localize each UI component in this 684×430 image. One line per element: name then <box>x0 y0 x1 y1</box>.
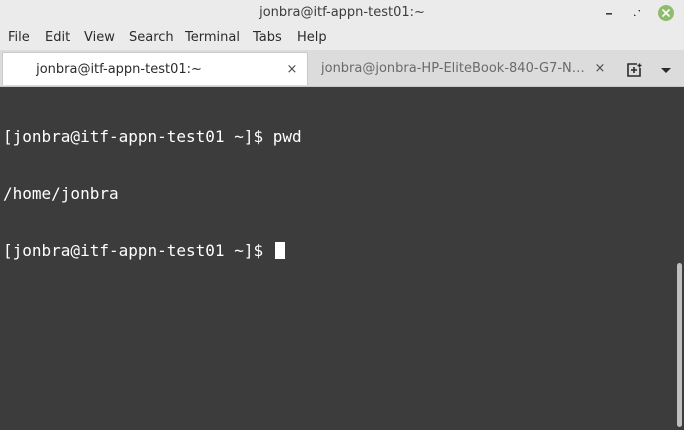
tab-label: jonbra@itf-appn-test01:~ <box>36 62 202 77</box>
minimize-icon <box>606 13 612 15</box>
terminal-prompt-line: [jonbra@itf-appn-test01 ~]$ <box>3 241 302 260</box>
terminal-line: /home/jonbra <box>3 184 119 203</box>
menu-terminal[interactable]: Terminal <box>185 26 240 50</box>
close-button[interactable] <box>657 4 675 22</box>
minimize-button[interactable] <box>600 4 618 22</box>
new-tab-icon <box>627 63 642 77</box>
scrollbar[interactable] <box>677 263 682 427</box>
maximize-icon <box>634 10 640 16</box>
window-title: jonbra@itf-appn-test01:~ <box>259 5 425 20</box>
tab-menu-button[interactable] <box>657 61 675 79</box>
menu-edit[interactable]: Edit <box>45 26 70 50</box>
tab-active[interactable]: jonbra@itf-appn-test01:~ × <box>2 52 308 85</box>
menu-tabs[interactable]: Tabs <box>253 26 282 50</box>
chevron-down-icon <box>661 68 671 73</box>
menu-view[interactable]: View <box>84 26 115 50</box>
maximize-button[interactable] <box>628 4 646 22</box>
new-tab-button[interactable] <box>625 61 643 79</box>
close-icon <box>662 9 670 17</box>
close-button-circle <box>658 5 674 21</box>
tab-close-icon[interactable]: × <box>593 52 607 85</box>
menu-search[interactable]: Search <box>129 26 174 50</box>
tab-bar: jonbra@itf-appn-test01:~ × jonbra@jonbra… <box>0 50 684 87</box>
terminal-output: [jonbra@itf-appn-test01 ~]$ pwd /home/jo… <box>3 89 302 298</box>
title-bar: jonbra@itf-appn-test01:~ <box>0 0 684 26</box>
terminal-prompt: [jonbra@itf-appn-test01 ~]$ <box>3 241 273 260</box>
tab-inactive[interactable]: jonbra@jonbra-HP-EliteBook-840-G7-Not… × <box>313 52 613 85</box>
text-cursor <box>274 242 285 259</box>
menu-help[interactable]: Help <box>297 26 327 50</box>
menu-bar: File Edit View Search Terminal Tabs Help <box>0 26 684 50</box>
menu-file[interactable]: File <box>8 26 30 50</box>
terminal-line: [jonbra@itf-appn-test01 ~]$ pwd <box>3 127 302 146</box>
tab-close-icon[interactable]: × <box>285 53 299 86</box>
tab-label: jonbra@jonbra-HP-EliteBook-840-G7-Not… <box>321 61 591 76</box>
terminal-view[interactable]: [jonbra@itf-appn-test01 ~]$ pwd /home/jo… <box>0 87 684 430</box>
